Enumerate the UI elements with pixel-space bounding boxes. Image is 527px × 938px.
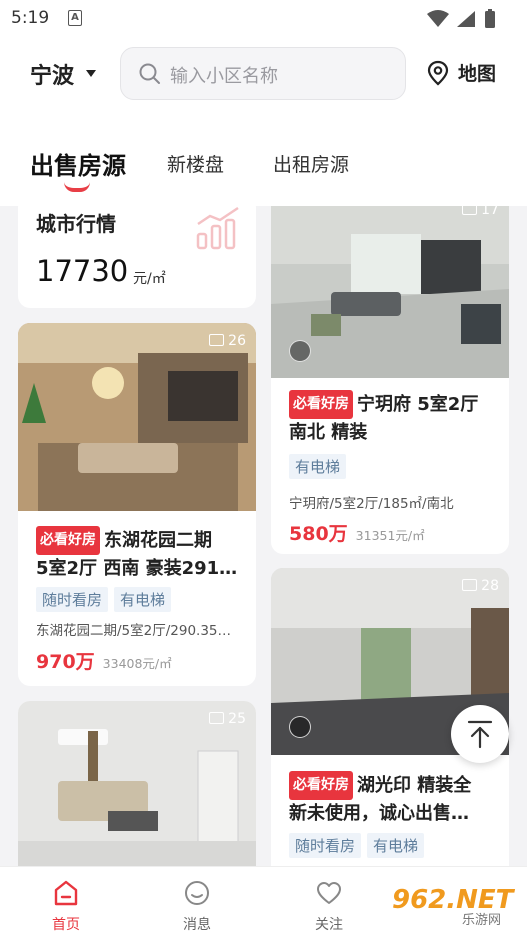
market-price: 17730 — [36, 254, 129, 288]
unit-price: 31351元/㎡ — [355, 528, 425, 543]
market-price-unit: 元/㎡ — [133, 271, 166, 287]
must-see-badge: 必看好房 — [36, 526, 100, 555]
listing-card[interactable]: 25 — [18, 701, 256, 866]
watermark-sub: 乐游网 — [462, 913, 502, 928]
nav-messages[interactable]: 消息 — [157, 867, 237, 938]
nav-messages-label: 消息 — [183, 917, 211, 933]
listing-title-line2: 南北 精装 — [289, 422, 368, 443]
listing-card[interactable]: 26 必看好房 东湖花园二期 5室2厅 西南 豪装291… 随时看房 有电梯 东湖花… — [18, 323, 256, 686]
listing-title-line2: 5室2厅 西南 豪装291… — [36, 558, 238, 579]
map-label: 地图 — [458, 63, 497, 85]
tag-elevator: 有电梯 — [114, 587, 172, 612]
listing-price: 970万 33408元/㎡ — [36, 647, 172, 674]
heart-icon — [317, 882, 341, 904]
photo-count: 28 — [462, 578, 499, 594]
back-to-top-button[interactable] — [451, 705, 509, 763]
watermark-logo: 962.NET 乐游网 — [392, 885, 522, 928]
listing-meta: 宁玥府/5室2厅/185㎡/南北 — [289, 496, 454, 512]
listing-tabs: 出售房源 新楼盘 出租房源 — [0, 144, 527, 192]
listing-card[interactable]: 17 必看好房 宁玥府 5室2厅 南北 精装 有电梯 宁玥府/5室2厅/185㎡/… — [271, 206, 509, 554]
photo-count-value: 26 — [228, 333, 246, 349]
market-card[interactable]: 城市行情 17730 元/㎡ — [18, 206, 256, 308]
listing-title-line2: 新未使用，诚心出售… — [289, 803, 469, 824]
total-price: 580万 — [289, 523, 348, 545]
tag-viewing-anytime: 随时看房 — [36, 587, 109, 612]
active-tab-indicator — [64, 182, 90, 192]
chat-icon — [185, 881, 209, 905]
listing-title-line1: 湖光印 精装全 — [357, 775, 472, 796]
tag-viewing-anytime: 随时看房 — [289, 833, 362, 858]
nav-favorites[interactable]: 关注 — [289, 867, 369, 938]
photo-count-value: 17 — [481, 206, 499, 218]
status-time: 5:19 — [11, 8, 50, 28]
location-pin-icon — [427, 60, 449, 86]
top-header: 宁波 输入小区名称 地图 出售房源 新楼盘 出租房源 — [0, 36, 527, 206]
total-price: 970万 — [36, 651, 95, 673]
listing-title-line1: 东湖花园二期 — [104, 530, 212, 551]
listing-price: 580万 31351元/㎡ — [289, 519, 425, 546]
photo-count: 17 — [462, 206, 499, 218]
listing-photo — [18, 323, 256, 511]
photo-count: 26 — [209, 333, 246, 349]
arrow-up-icon — [467, 720, 493, 749]
listing-title: 必看好房 湖光印 精装全 新未使用，诚心出售… — [289, 771, 504, 827]
caret-down-icon[interactable] — [86, 70, 96, 77]
status-bar: 5:19 A — [0, 0, 527, 36]
listing-title: 必看好房 东湖花园二期 5室2厅 西南 豪装291… — [36, 526, 251, 582]
listing-tags: 随时看房 有电梯 — [289, 833, 430, 858]
listing-title: 必看好房 宁玥府 5室2厅 南北 精装 — [289, 390, 499, 446]
search-icon — [139, 63, 160, 84]
photo-count: 25 — [209, 711, 246, 727]
listing-feed[interactable]: 城市行情 17730 元/㎡ 17 必看好房 宁玥府 5室2厅 南北 精装 有电… — [0, 206, 527, 866]
vr-tour-icon[interactable] — [289, 716, 311, 738]
tab-rentals[interactable]: 出租房源 — [273, 150, 349, 177]
trend-chart-icon — [196, 206, 239, 250]
notification-a-icon: A — [68, 10, 82, 26]
must-see-badge: 必看好房 — [289, 771, 353, 800]
market-title: 城市行情 — [36, 212, 116, 236]
listing-title-line1: 宁玥府 5室2厅 — [357, 394, 479, 415]
photo-count-value: 28 — [481, 578, 499, 594]
tag-elevator: 有电梯 — [367, 833, 425, 858]
home-icon — [54, 880, 78, 906]
tab-new-homes[interactable]: 新楼盘 — [167, 150, 224, 177]
search-input[interactable]: 输入小区名称 — [120, 47, 406, 100]
must-see-badge: 必看好房 — [289, 390, 353, 419]
photo-icon — [209, 334, 225, 346]
listing-tags: 有电梯 — [289, 454, 352, 479]
tab-for-sale[interactable]: 出售房源 — [30, 146, 126, 181]
city-selector[interactable]: 宁波 — [30, 58, 74, 90]
nav-home[interactable]: 首页 — [26, 867, 106, 938]
photo-icon — [462, 206, 478, 215]
search-placeholder: 输入小区名称 — [170, 66, 278, 87]
photo-count-value: 25 — [228, 711, 246, 727]
nav-favorites-label: 关注 — [315, 917, 343, 933]
photo-icon — [462, 579, 478, 591]
bottom-navigation: 首页 消息 关注 962.NET 乐游网 — [0, 866, 527, 938]
photo-icon — [209, 712, 225, 724]
listing-tags: 随时看房 有电梯 — [36, 587, 177, 612]
unit-price: 33408元/㎡ — [102, 656, 172, 671]
wifi-signal-battery-icon — [427, 9, 495, 28]
tag-elevator: 有电梯 — [289, 454, 347, 479]
vr-tour-icon[interactable] — [289, 340, 311, 362]
listing-meta: 东湖花园二期/5室2厅/290.35… — [36, 623, 232, 639]
nav-home-label: 首页 — [52, 917, 80, 933]
